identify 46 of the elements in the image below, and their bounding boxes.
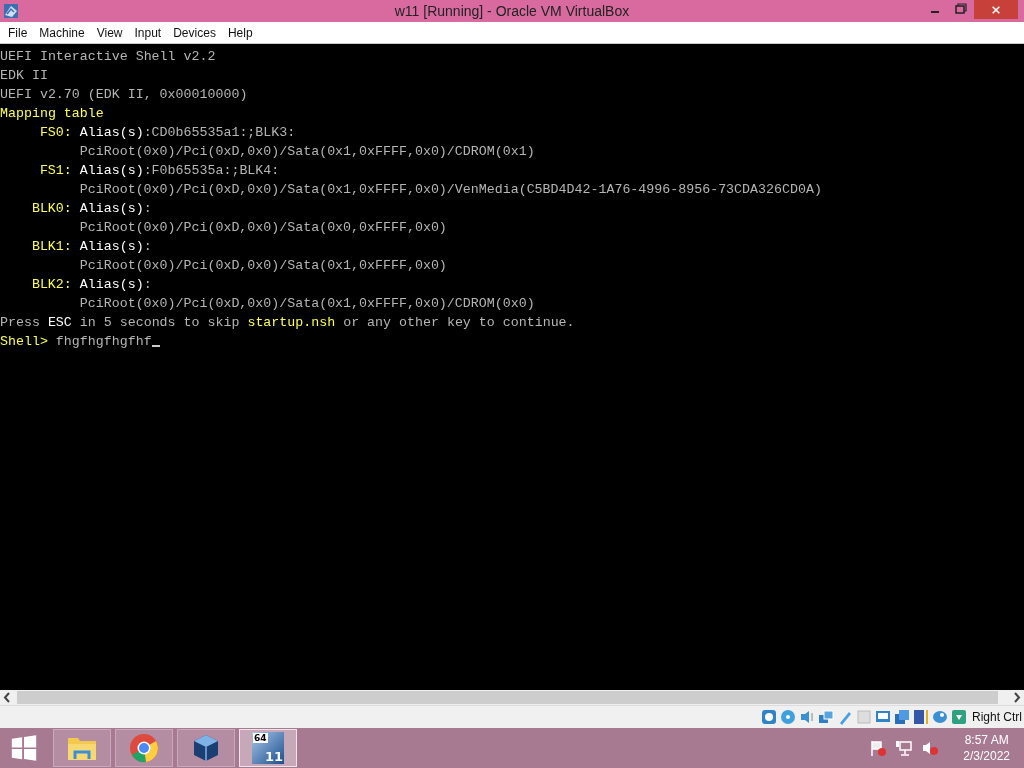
console-line: Press ESC in 5 seconds to skip startup.nsh or any other key to continue. — [0, 315, 575, 330]
display-icon[interactable] — [875, 709, 891, 725]
console-line: UEFI Interactive Shell v2.2 — [0, 49, 216, 64]
vm-icon: 64 11 — [252, 732, 284, 764]
console-line: FS0: Alias(s):CD0b65535a1:;BLK3: — [38, 125, 296, 140]
app-icon[interactable] — [3, 3, 19, 19]
audio-icon[interactable] — [799, 709, 815, 725]
window-title: w11 [Running] - Oracle VM VirtualBox — [393, 3, 631, 19]
console-line: Mapping table — [0, 106, 104, 121]
console-line: PciRoot(0x0)/Pci(0xD,0x0)/Sata(0x0,0xFFFF,0x0) — [79, 220, 447, 235]
console-line: FS1: Alias(s):F0b65535a:;BLK4: — [38, 163, 280, 178]
cursor-icon — [151, 345, 160, 347]
clock-date: 2/3/2022 — [963, 748, 1010, 764]
console-line: PciRoot(0x0)/Pci(0xD,0x0)/Sata(0x1,0xFFFF,0x0)/VenMedia(C5BD4D42-1A76-4996-8956-73CDA326CD0A) — [79, 182, 822, 197]
menu-item[interactable]: Help — [221, 25, 259, 40]
taskbar-button[interactable]: 64 11 — [239, 729, 297, 767]
taskbar-button[interactable] — [177, 729, 235, 767]
console-line: Shell> fhgfhgfhgfhf — [0, 334, 152, 349]
console-line: UEFI v2.70 (EDK II, 0x00010000) — [0, 87, 248, 102]
menu-item[interactable]: Devices — [167, 25, 222, 40]
console-line: EDK II — [0, 68, 48, 83]
console-line: BLK1: Alias(s): — [30, 239, 152, 254]
menu-item[interactable]: View — [90, 25, 129, 40]
scrollbar-thumb[interactable] — [17, 691, 998, 704]
clock-time: 8:57 AM — [964, 732, 1009, 748]
taskbar-button[interactable] — [53, 729, 111, 767]
close-button[interactable] — [974, 0, 1018, 19]
flag-icon[interactable] — [869, 739, 888, 757]
menu-item[interactable]: Machine — [33, 25, 91, 40]
console-line: PciRoot(0x0)/Pci(0xD,0x0)/Sata(0x1,0xFFFF,0x0)/CDROM(0x0) — [79, 296, 535, 311]
horizontal-scrollbar[interactable] — [0, 690, 1024, 705]
menu-item[interactable]: Input — [128, 25, 168, 40]
console-line: BLK0: Alias(s): — [30, 201, 152, 216]
muted-speaker-icon[interactable] — [921, 739, 940, 757]
console-line: PciRoot(0x0)/Pci(0xD,0x0)/Sata(0x1,0xFFFF,0x0)/CDROM(0x1) — [79, 144, 535, 159]
menu-item[interactable]: File — [2, 25, 34, 40]
download-icon[interactable] — [951, 709, 967, 725]
host-key-label: Right Ctrl — [972, 710, 1022, 724]
browser-icon — [128, 732, 160, 764]
console-line: PciRoot(0x0)/Pci(0xD,0x0)/Sata(0x1,0xFFFF,0x0) — [79, 258, 447, 273]
start-icon[interactable] — [9, 733, 39, 763]
console-line: BLK2: Alias(s): — [30, 277, 152, 292]
close-icon — [991, 4, 1001, 15]
taskbar-button[interactable] — [115, 729, 173, 767]
clock[interactable]: 8:57 AM 2/3/2022 — [963, 732, 1010, 764]
optical-disc-icon[interactable] — [780, 709, 796, 725]
